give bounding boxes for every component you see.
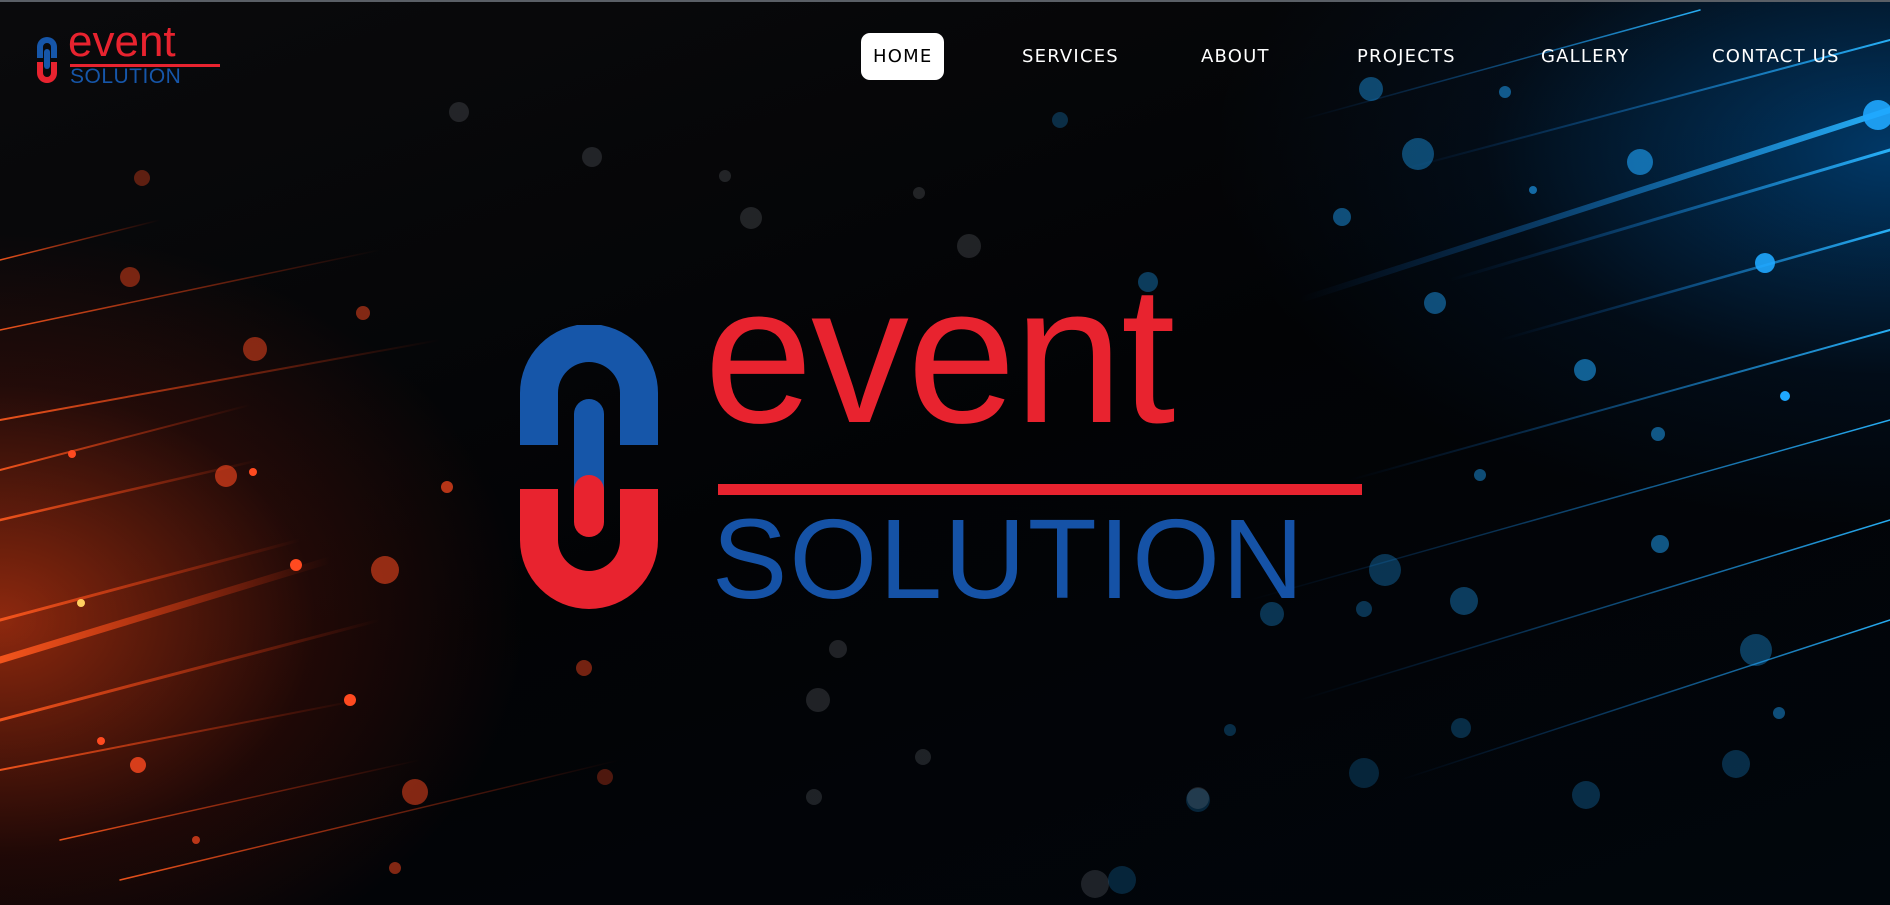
logo-s-clip-icon — [37, 37, 57, 83]
nav-projects[interactable]: PROJECTS — [1357, 33, 1456, 80]
hero-s-clip-icon — [520, 325, 658, 609]
header-logo[interactable]: event SOLUTION — [34, 20, 220, 90]
nav-home[interactable]: HOME — [861, 33, 945, 80]
logo-word-event: event — [68, 17, 176, 66]
logo-word-solution: SOLUTION — [70, 65, 182, 88]
nav-contact-us[interactable]: CONTACT US — [1712, 33, 1840, 80]
hero-word-solution: SOLUTION — [712, 496, 1306, 622]
hero-logo: event SOLUTION — [520, 257, 1370, 622]
hero-logo-underline — [718, 484, 1362, 495]
hero-word-event: event — [704, 245, 1175, 464]
nav-services[interactable]: SERVICES — [1022, 33, 1119, 80]
hero-page: event SOLUTION HOME SERVICES ABOUT PROJE… — [0, 0, 1890, 905]
nav-about[interactable]: ABOUT — [1201, 33, 1270, 80]
nav-gallery[interactable]: GALLERY — [1541, 33, 1629, 80]
